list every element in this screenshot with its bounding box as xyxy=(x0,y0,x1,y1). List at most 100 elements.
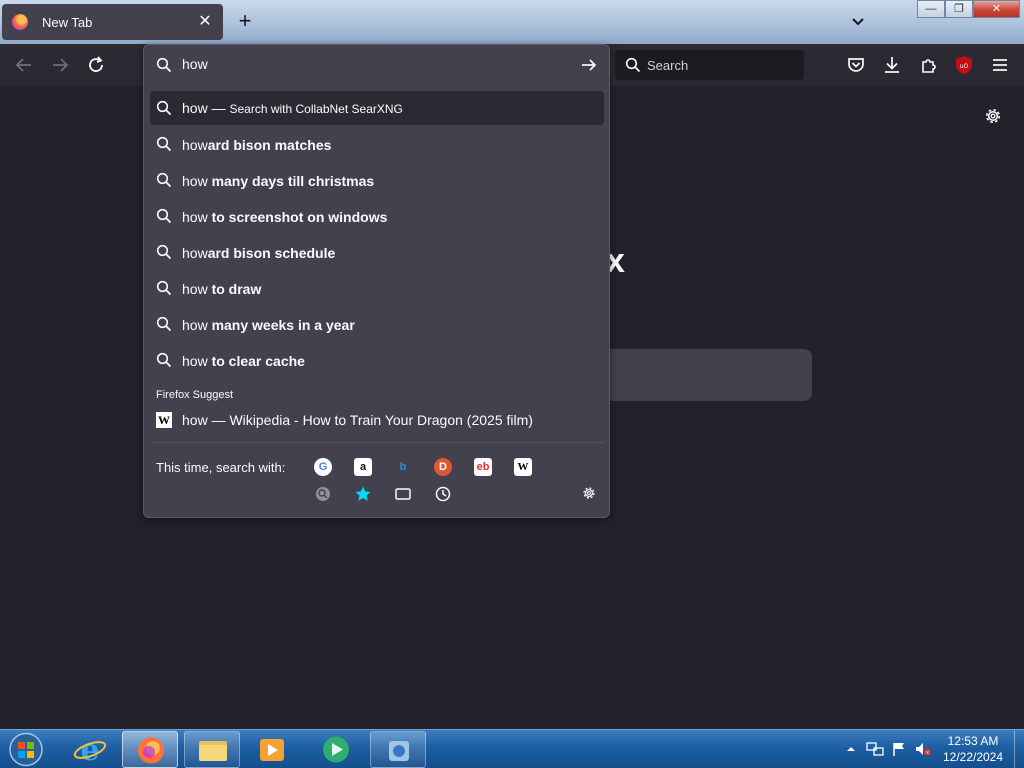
firefox-taskbar-button[interactable] xyxy=(122,731,178,768)
search-icon xyxy=(156,316,172,332)
search-icon xyxy=(156,208,172,224)
web-search-box[interactable] xyxy=(615,50,804,80)
start-button[interactable] xyxy=(5,731,47,768)
tab-new-tab[interactable]: New Tab ✕ xyxy=(2,4,223,40)
typed-text: how xyxy=(182,100,208,116)
search-suggestion-row[interactable]: how to clear cache xyxy=(150,343,604,379)
list-all-tabs-icon[interactable] xyxy=(848,12,868,32)
search-suggestion-row[interactable]: howard bison matches xyxy=(150,127,604,163)
search-icon xyxy=(156,57,172,73)
search-suggestion-row[interactable]: how — Search with CollabNet SearXNG xyxy=(150,91,604,125)
media-player-taskbar-button[interactable] xyxy=(244,731,300,768)
completion-text: to clear cache xyxy=(207,353,305,369)
action-center-flag-icon[interactable] xyxy=(891,741,907,757)
suggestion-text: how many weeks in a year xyxy=(182,317,355,333)
menu-icon[interactable] xyxy=(988,53,1012,77)
green-app-icon xyxy=(323,736,349,763)
firefox-favicon-icon xyxy=(12,14,28,30)
clock[interactable]: 12:53 AM 12/22/2024 xyxy=(936,733,1010,765)
search-icon xyxy=(156,352,172,368)
search-suggestion-row[interactable]: howard bison schedule xyxy=(150,235,604,271)
typed-text: how xyxy=(182,281,208,297)
volume-muted-icon[interactable]: x xyxy=(914,741,932,757)
internet-explorer-icon: e xyxy=(73,733,107,768)
tool-app-taskbar-button[interactable] xyxy=(370,731,426,768)
amazon-icon[interactable]: a xyxy=(354,458,372,476)
duckduckgo-icon[interactable]: D xyxy=(434,458,452,476)
completion-text: to screenshot on windows xyxy=(207,209,388,225)
search-suggestion-row[interactable]: how to draw xyxy=(150,271,604,307)
suggestion-text: how many days till christmas xyxy=(182,173,374,189)
firefox-icon xyxy=(138,737,164,764)
back-arrow-icon[interactable] xyxy=(12,53,36,77)
content-search-box[interactable] xyxy=(600,349,812,401)
wikipedia-suggestion[interactable]: W how — Wikipedia - How to Train Your Dr… xyxy=(150,403,604,437)
file-explorer-taskbar-button[interactable] xyxy=(184,731,240,768)
firefox-suggest-label: Firefox Suggest xyxy=(156,389,234,401)
completion-text: many weeks in a year xyxy=(207,317,355,333)
completion-text: to draw xyxy=(207,281,262,297)
suggestion-text: how to draw xyxy=(182,281,261,297)
search-suggestion-row[interactable]: how many weeks in a year xyxy=(150,307,604,343)
title-bar: New Tab ✕ + — ❐ ✕ xyxy=(0,0,1024,44)
wikipedia-suggestion-text: how — Wikipedia - How to Train Your Drag… xyxy=(182,412,533,428)
web-search-input[interactable] xyxy=(647,57,797,73)
history-icon[interactable] xyxy=(434,485,452,503)
clock-time: 12:53 AM xyxy=(947,734,999,748)
pocket-icon[interactable] xyxy=(844,53,868,77)
google-icon[interactable]: G xyxy=(314,458,332,476)
completion-text: many days till christmas xyxy=(207,173,375,189)
ebay-icon[interactable]: eb xyxy=(474,458,492,476)
search-settings-gear-icon[interactable] xyxy=(581,485,597,501)
searxng-icon[interactable] xyxy=(314,485,332,503)
typed-text: how xyxy=(182,173,208,189)
close-tab-icon[interactable]: ✕ xyxy=(195,12,215,32)
green-app-taskbar-button[interactable] xyxy=(308,731,364,768)
new-tab-button[interactable]: + xyxy=(233,10,257,34)
wikipedia-icon[interactable]: W xyxy=(514,458,532,476)
gear-icon[interactable] xyxy=(983,106,1003,126)
svg-text:e: e xyxy=(80,733,99,768)
urlbar-popup: how — Search with CollabNet SearXNGhowar… xyxy=(143,44,610,518)
maximize-button[interactable]: ❐ xyxy=(945,0,973,18)
extensions-icon[interactable] xyxy=(917,53,941,77)
bing-icon[interactable]: b xyxy=(394,458,412,476)
search-icon xyxy=(156,136,172,152)
search-suggestion-row[interactable]: how to screenshot on windows xyxy=(150,199,604,235)
downloads-icon[interactable] xyxy=(880,53,904,77)
clock-date: 12/22/2024 xyxy=(942,750,1004,764)
suggestion-text: how to screenshot on windows xyxy=(182,209,387,225)
typed-text: how xyxy=(182,353,208,369)
internet-explorer-taskbar-button[interactable]: e xyxy=(62,731,118,768)
urlbar-input[interactable] xyxy=(182,56,562,72)
minimize-button[interactable]: — xyxy=(917,0,945,18)
reload-icon[interactable] xyxy=(84,53,108,77)
svg-text:x: x xyxy=(926,750,929,756)
window-controls: — ❐ ✕ xyxy=(917,0,1020,18)
suggestion-text: howard bison matches xyxy=(182,137,331,153)
close-window-button[interactable]: ✕ xyxy=(973,0,1020,18)
forward-arrow-icon[interactable] xyxy=(48,53,72,77)
bookmarks-icon[interactable] xyxy=(354,485,372,503)
tab-title: New Tab xyxy=(42,14,93,30)
suggestion-text: how to clear cache xyxy=(182,353,305,369)
network-icon[interactable] xyxy=(866,741,884,757)
search-icon xyxy=(625,57,641,73)
typed-text: how xyxy=(182,245,208,261)
search-engine-action: Search with CollabNet SearXNG xyxy=(229,102,403,116)
typed-text: how xyxy=(182,137,208,153)
svg-text:uO: uO xyxy=(960,63,969,70)
show-hidden-icons-icon[interactable] xyxy=(845,743,857,755)
suggestion-text: howard bison schedule xyxy=(182,245,335,261)
ublock-origin-icon[interactable]: uO xyxy=(952,53,976,77)
completion-text: ard bison schedule xyxy=(207,245,336,261)
show-desktop-button[interactable] xyxy=(1014,730,1024,768)
go-arrow-icon[interactable] xyxy=(580,56,598,74)
taskbar: e x 12:53 AM 12/22/2024 xyxy=(0,729,1024,768)
divider xyxy=(150,442,604,443)
suggestion-text: how — Search with CollabNet SearXNG xyxy=(182,100,403,116)
tabs-icon[interactable] xyxy=(394,485,412,503)
search-suggestion-row[interactable]: how many days till christmas xyxy=(150,163,604,199)
wikipedia-icon: W xyxy=(156,412,172,428)
folder-icon xyxy=(199,741,227,761)
